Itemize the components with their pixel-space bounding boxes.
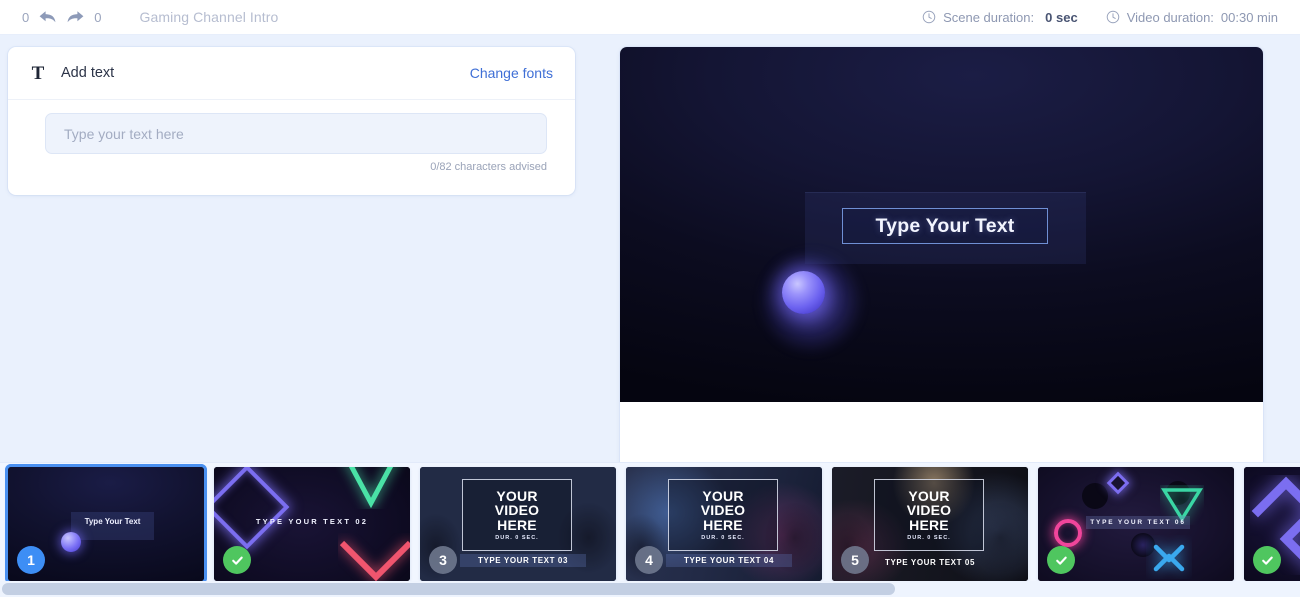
- thumbnail-caption: TYPE YOUR TEXT 06: [1086, 516, 1190, 529]
- undo-arrow-icon[interactable]: [38, 9, 57, 25]
- scene-number-badge: 1: [17, 546, 45, 574]
- add-text-body: 0/82 characters advised: [8, 100, 575, 173]
- clock-icon: [1106, 10, 1120, 24]
- orb-decoration: [782, 271, 825, 314]
- add-text-title: Add text: [61, 65, 115, 81]
- scene-number-badge: 3: [429, 546, 457, 574]
- text-t-icon: T: [31, 62, 45, 84]
- thumbnail-caption: TYPE YOUR TEXT 02: [255, 517, 369, 526]
- top-toolbar: 0 0 Gaming Channel Intro Scene duration:…: [0, 0, 1300, 35]
- video-placeholder-line-1: YOUR: [496, 487, 538, 504]
- thumbnail-caption: TYPE YOUR TEXT 03: [460, 554, 586, 567]
- scene-check-badge: [1253, 546, 1281, 574]
- video-placeholder-line-2: VIDEO: [700, 502, 746, 519]
- video-duration: Video duration: 00:30 min: [1106, 10, 1278, 25]
- change-fonts-link[interactable]: Change fonts: [470, 65, 553, 81]
- neon-circle-shape: [1054, 519, 1082, 547]
- neon-cross-shape: [1153, 544, 1185, 572]
- scene-thumbnail-strip: Type Your Text 1 TYPE YOUR TEXT 02 YOUR: [0, 462, 1300, 581]
- orb-decoration: [61, 532, 81, 552]
- duration-info: Scene duration: 0 sec Video duration: 00…: [922, 10, 1300, 25]
- history-controls: 0 0 Gaming Channel Intro: [0, 9, 278, 25]
- thumbnail-scene-4[interactable]: YOUR VIDEO HERE DUR. 0 SEC. TYPE YOUR TE…: [626, 467, 822, 581]
- undo-count: 0: [22, 9, 30, 25]
- scene-duration-label: Scene duration:: [943, 9, 1035, 25]
- scene-number-badge: 5: [841, 546, 869, 574]
- video-placeholder-frame: YOUR VIDEO HERE DUR. 0 SEC.: [668, 479, 778, 551]
- redo-count: 0: [94, 9, 102, 25]
- video-placeholder-frame: YOUR VIDEO HERE DUR. 0 SEC.: [874, 479, 984, 551]
- preview-text-label: Type Your Text: [875, 214, 1015, 237]
- neon-triangle-shape: [348, 467, 394, 509]
- video-duration-value: 00:30 min: [1220, 9, 1278, 25]
- scene-duration-value: 0 sec: [1045, 9, 1078, 25]
- horizontal-scrollbar-thumb[interactable]: [2, 583, 895, 595]
- video-placeholder-line-1: YOUR: [908, 487, 950, 504]
- add-text-panel: T Add text Change fonts 0/82 characters …: [8, 47, 575, 195]
- dark-circle-decoration: [1082, 483, 1108, 509]
- video-placeholder-frame: YOUR VIDEO HERE DUR. 0 SEC.: [462, 479, 572, 551]
- add-text-header: T Add text Change fonts: [8, 47, 575, 100]
- thumbnail-scene-7[interactable]: [1244, 467, 1300, 581]
- scene-check-badge: [223, 546, 251, 574]
- video-placeholder-duration: DUR. 0 SEC.: [701, 535, 745, 542]
- thumbnail-scene-5[interactable]: YOUR VIDEO HERE DUR. 0 SEC. TYPE YOUR TE…: [832, 467, 1028, 581]
- thumbnail-scene-6[interactable]: TYPE YOUR TEXT 06: [1038, 467, 1234, 581]
- video-placeholder-duration: DUR. 0 SEC.: [495, 535, 539, 542]
- thumbnail-caption: Type Your Text: [84, 517, 141, 526]
- thumbnail-list: Type Your Text 1 TYPE YOUR TEXT 02 YOUR: [5, 464, 1300, 581]
- redo-arrow-icon[interactable]: [66, 9, 85, 25]
- scene-duration: Scene duration: 0 sec: [922, 10, 1078, 25]
- video-placeholder-line-1: YOUR: [702, 487, 744, 504]
- video-placeholder-duration: DUR. 0 SEC.: [907, 535, 951, 542]
- video-placeholder-line-2: VIDEO: [494, 502, 540, 519]
- thumbnail-scene-1[interactable]: Type Your Text 1: [5, 464, 207, 581]
- scene-number-badge: 4: [635, 546, 663, 574]
- character-counter: 0/82 characters advised: [430, 161, 547, 173]
- preview-stage[interactable]: Type Your Text: [620, 47, 1263, 402]
- video-placeholder-line-3: HERE: [703, 516, 743, 533]
- clock-icon: [922, 10, 936, 24]
- video-duration-label: Video duration:: [1126, 9, 1214, 25]
- scene-text-input[interactable]: [45, 113, 547, 154]
- thumbnail-scene-2[interactable]: TYPE YOUR TEXT 02: [214, 467, 410, 581]
- document-title[interactable]: Gaming Channel Intro: [139, 9, 278, 25]
- video-placeholder-line-3: HERE: [497, 516, 537, 533]
- neon-chevron-shape: [339, 540, 410, 581]
- video-placeholder-line-3: HERE: [909, 516, 949, 533]
- thumbnail-caption: TYPE YOUR TEXT 04: [666, 554, 792, 567]
- thumbnail-scene-3[interactable]: YOUR VIDEO HERE DUR. 0 SEC. TYPE YOUR TE…: [420, 467, 616, 581]
- scene-check-badge: [1047, 546, 1075, 574]
- video-placeholder-line-2: VIDEO: [906, 502, 952, 519]
- video-preview-card: Type Your Text: [620, 47, 1263, 472]
- preview-text-box[interactable]: Type Your Text: [842, 208, 1048, 244]
